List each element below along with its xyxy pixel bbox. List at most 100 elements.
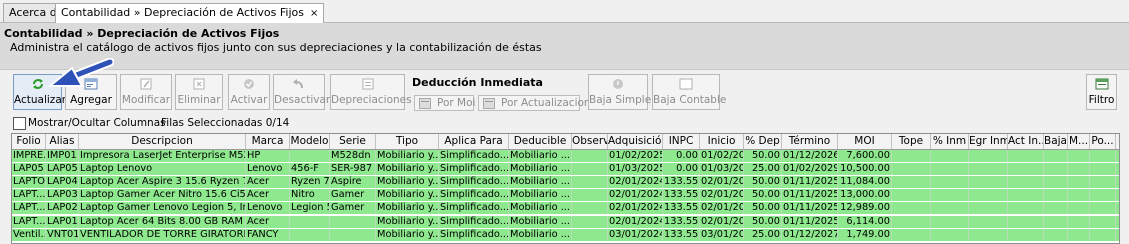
table-cell: 50.00 [744,202,782,215]
por-actualizacion-button[interactable]: Por Actualizacion [478,95,591,111]
column-header[interactable]: % Dep [744,134,782,149]
table-cell: Simplificado... [440,215,509,228]
table-cell: Mobiliario ... [510,189,572,202]
table-cell: Laptop Gamer Lenovo Legion 5, Inte... [79,202,246,215]
table-cell [1044,215,1068,228]
column-header[interactable]: Inicio [700,134,744,149]
desactivar-label: Desactivar [274,94,331,106]
table-cell [330,215,376,228]
table-cell: IMP01 [46,150,79,162]
table-cell: 25.00 [744,228,782,241]
column-header[interactable]: Marca [246,134,290,149]
column-header[interactable]: Descripcion [79,134,246,149]
table-cell: Mobiliario y... [377,215,439,228]
baja-contable-button[interactable]: Baja Contable [652,74,726,110]
table-cell: 02/01/2024 [609,176,663,189]
table-cell [572,150,608,162]
table-cell: Laptop Acer 64 Bits 8.00 GB RAM [79,215,246,228]
eliminar-button[interactable]: Eliminar [175,74,223,110]
table-cell: Nitro [290,189,330,202]
modificar-button[interactable]: Modificar [120,74,172,110]
table-cell [572,163,608,176]
table-cell: Legion 5 [291,202,330,215]
column-header[interactable]: Serie [330,134,376,149]
mostrar-ocultar-checkbox[interactable] [13,117,26,130]
baja-simple-button[interactable]: Baja Simple [588,74,651,110]
por-moi-button[interactable]: Por Moi [414,95,475,111]
depreciaciones-button[interactable]: Depreciaciones [330,74,412,110]
table-cell: 0.00 [663,163,700,176]
column-header[interactable]: Po... [1090,134,1116,149]
refresh-icon [32,79,43,89]
column-header[interactable]: Egr Inm [969,134,1008,149]
table-row[interactable]: LAP05 LAP05 Laptop Lenovo Lenovo 456-F SER-98… [12,163,1119,176]
table-cell: Gamer [330,189,376,202]
column-header[interactable]: M... [1068,134,1090,149]
table-row[interactable]: LAPTOPLAP04Laptop Acer Aspire 3 15.6 Ryz… [12,176,1119,189]
column-header[interactable]: MOI [838,134,892,149]
table-cell: Mobiliario y... [377,163,439,176]
table-row[interactable]: LAPT... LAP03 Laptop Gamer Acer Nitro 15.6… [12,189,1119,202]
table-cell: LAPT... [13,202,46,215]
arrow-pointer-icon [47,58,114,87]
table-cell: HP [246,150,290,162]
table-cell: 50.00 [744,189,782,202]
close-icon[interactable]: × [310,8,318,19]
column-header[interactable]: Deducible [509,134,572,149]
table-cell: LAP02 [47,202,79,215]
table-cell: LAPTOP [13,176,46,189]
mostrar-ocultar-label[interactable]: Mostrar/Ocultar Columnas [28,117,166,129]
table-cell: Simplificado... [440,189,509,202]
table-cell: LAP03 [47,189,79,202]
column-header[interactable]: Baja [1044,134,1068,149]
table-cell: 02/01/2024 [609,215,663,228]
column-header[interactable]: Adquisición [608,134,663,149]
column-header[interactable]: % Inm [931,134,969,149]
table-cell [892,189,931,202]
column-header[interactable]: Aplica Para [439,134,509,149]
table-cell [572,228,608,241]
table-cell: 01/11/2025 [783,202,838,215]
tab-depreciacion[interactable]: Contabilidad » Depreciación de Activos F… [55,3,325,23]
column-header[interactable]: Act In... [1008,134,1044,149]
por-moi-icon [419,98,431,109]
filtro-button[interactable]: Filtro [1086,74,1117,110]
deactivate-icon [293,79,303,89]
table-cell [1090,189,1116,202]
table-cell: 11,084.00 [838,176,892,189]
column-header[interactable]: Tope [892,134,931,149]
desactivar-button[interactable]: Desactivar [273,74,331,110]
table-header: Folio Alias Descripcion Marca Modelo Serie Tip… [12,134,1119,150]
table-cell: SER-987 [330,163,376,176]
table-cell [1044,163,1068,176]
page-description: Administra el catálogo de activos fijos … [10,41,542,54]
table-cell [892,163,931,176]
edit-icon [140,78,152,90]
table-cell [1044,189,1068,202]
table-cell: Mobiliario ... [510,163,572,176]
table-cell: Ventil... [12,228,46,241]
table-cell [1008,189,1044,202]
table-cell [1090,176,1116,189]
table-cell [892,176,931,189]
column-header[interactable]: Observ... [572,134,608,149]
activos-table[interactable]: Folio Alias Descripcion Marca Modelo Serie Tip… [11,133,1120,244]
column-header[interactable]: Alias [46,134,79,149]
table-row[interactable]: Ventil...VNT01VENTILADOR DE TORRE GIRATO… [12,228,1119,241]
table-cell: 01/03/2025 [609,163,663,176]
column-header[interactable]: Modelo [290,134,330,149]
table-row[interactable]: LAPT... LAP01 Laptop Acer 64 Bits 8.00 GB … [12,215,1119,228]
column-header[interactable]: INPC [663,134,700,149]
column-header[interactable]: Folio [12,134,46,149]
table-cell [931,202,969,215]
table-cell [969,189,1008,202]
table-row[interactable]: LAPT... LAP02 Laptop Gamer Lenovo Legion 5… [12,202,1119,215]
column-header[interactable]: Tipo [376,134,439,149]
column-header[interactable]: Término [782,134,838,149]
table-cell: 133.555 [664,176,700,189]
table-cell [931,163,969,176]
table-cell: 25.00 [744,163,782,176]
table-row[interactable]: IMPRE...IMP01Impresora LaserJet Enterpri… [12,150,1119,162]
table-cell: LAP01 [47,215,79,228]
activar-button[interactable]: Activar [228,74,270,110]
